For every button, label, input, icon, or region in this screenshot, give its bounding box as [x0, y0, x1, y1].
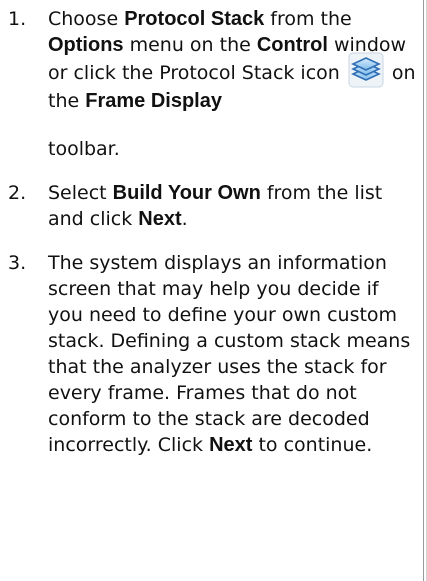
page-right-border: [423, 0, 424, 581]
step-number: 1.: [8, 8, 27, 30]
ui-term: Build Your Own: [112, 182, 261, 204]
text-run: from the: [264, 8, 352, 30]
step-text-continued: toolbar.: [48, 136, 419, 162]
text-run: The system displays an information scree…: [48, 252, 411, 456]
text-run: Choose: [48, 8, 125, 30]
step-text: Choose Protocol Stack from the Options m…: [48, 8, 416, 112]
protocol-stack-icon[interactable]: [348, 52, 384, 88]
ui-term: Protocol Stack: [124, 8, 265, 30]
ui-term: Next: [138, 208, 182, 230]
step-number: 3.: [8, 252, 27, 274]
step-2: 2. Select Build Your Own from the list an…: [0, 180, 423, 232]
text-run: to continue.: [252, 434, 373, 456]
step-text: Select Build Your Own from the list and …: [48, 182, 382, 230]
text-run: Select: [48, 182, 113, 204]
step-1: 1. Choose Protocol Stack from the Options…: [0, 6, 423, 162]
text-run: toolbar.: [48, 138, 120, 160]
step-text: The system displays an information scree…: [48, 252, 410, 456]
text-run: menu on the: [123, 34, 257, 56]
ui-term: Control: [256, 34, 328, 56]
step-number: 2.: [8, 182, 27, 204]
ui-term: Frame Display: [85, 90, 222, 112]
ui-term: Next: [209, 434, 253, 456]
instruction-steps: 1. Choose Protocol Stack from the Options…: [0, 6, 423, 458]
ui-term: Options: [48, 34, 124, 56]
text-run: .: [181, 208, 188, 230]
step-3: 3. The system displays an information scr…: [0, 250, 423, 458]
